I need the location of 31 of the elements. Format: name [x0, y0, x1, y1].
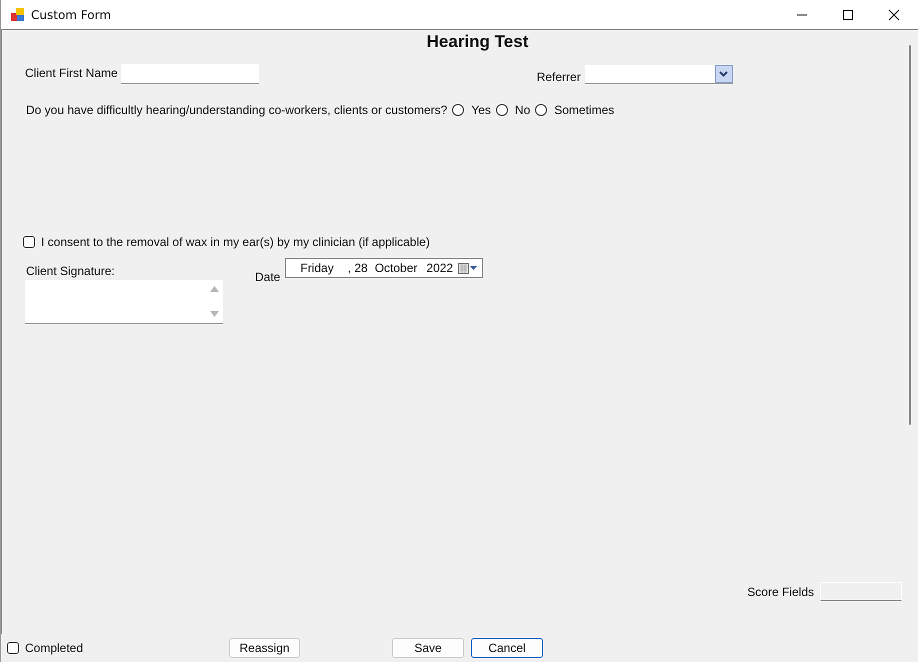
score-field[interactable]	[820, 582, 902, 601]
radio-button[interactable]	[535, 104, 548, 116]
field-label: Client Signature:	[26, 264, 116, 278]
maximize-icon[interactable]	[842, 8, 854, 20]
radio-label: No	[514, 103, 530, 117]
completed-label: Completed	[25, 641, 84, 655]
form-button[interactable]: Reassign	[229, 638, 300, 658]
calendar-icon	[458, 262, 478, 274]
radio-button[interactable]	[452, 104, 464, 116]
referrer-dropdown[interactable]	[584, 65, 733, 84]
field-label: Referrer	[536, 70, 581, 84]
first-name-field[interactable]	[120, 64, 259, 84]
consent-label: I consent to the removal of wax in my ear(s) by my clinician (if applicable)	[41, 235, 430, 249]
date-picker[interactable]: Friday , 28 October 2022	[285, 258, 484, 278]
form-button[interactable]: Cancel	[471, 638, 544, 658]
chevron-icon	[719, 71, 728, 77]
question-text: Do you have difficultly hearing/understanding co-workers, clients or customers?	[26, 103, 448, 117]
form-button[interactable]: Save	[392, 638, 464, 658]
consent-checkbox[interactable]	[23, 236, 35, 248]
field-label: Client First Name	[25, 66, 118, 80]
radio-button[interactable]	[496, 104, 508, 116]
scrollbar-thumb[interactable]	[909, 45, 911, 425]
close-icon[interactable]	[888, 8, 900, 20]
field-label: Score Fields	[747, 584, 814, 598]
window-title: Custom Form	[31, 8, 112, 22]
completed-checkbox[interactable]	[7, 642, 19, 654]
radio-label: Sometimes	[554, 103, 614, 117]
app-icon	[11, 8, 25, 22]
radio-label: Yes	[471, 103, 491, 117]
form-heading: Hearing Test	[426, 32, 528, 52]
field-label: Date	[255, 270, 280, 284]
